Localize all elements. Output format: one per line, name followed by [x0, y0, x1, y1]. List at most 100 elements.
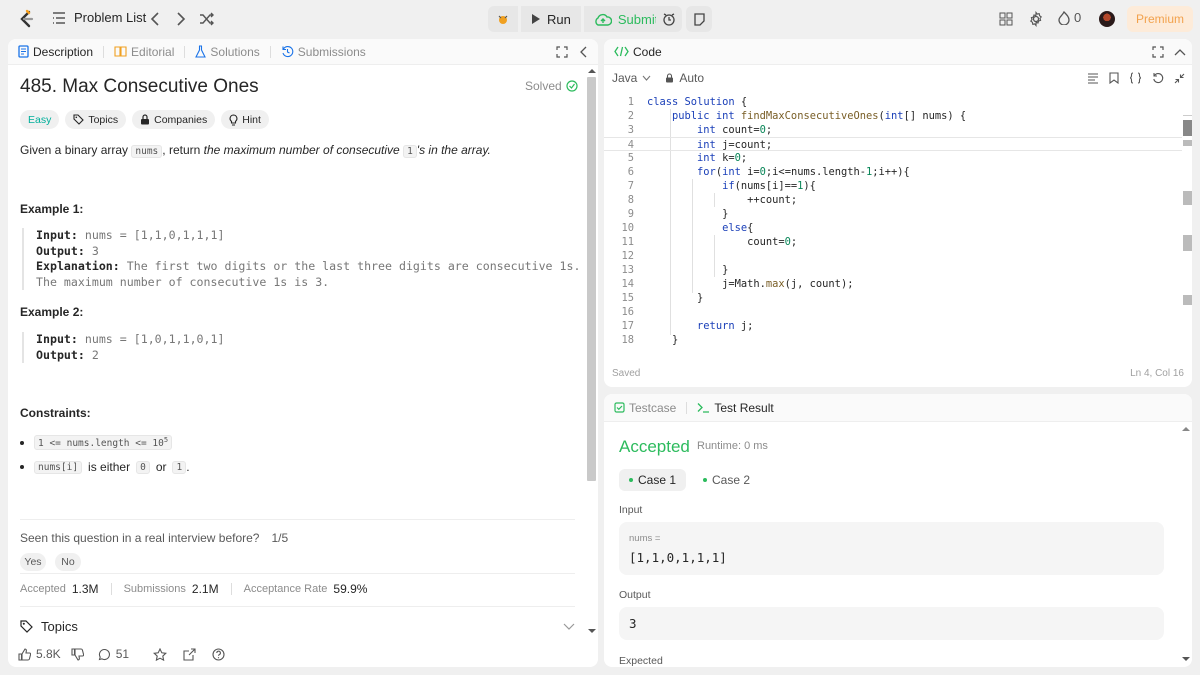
tab-description[interactable]: Description [8, 39, 105, 65]
play-icon [531, 13, 541, 25]
timer-button[interactable] [656, 6, 682, 32]
top-nav: Problem List Run Submit 0 Premium [0, 0, 1200, 38]
code-line: 10 else{ [621, 222, 754, 234]
input-box: nums = [1,1,0,1,1,1] [619, 522, 1164, 575]
problem-list-link[interactable]: Problem List [52, 10, 146, 25]
streak-count: 0 [1074, 10, 1082, 25]
flask-icon [195, 45, 207, 58]
reset-icon[interactable] [1152, 72, 1164, 84]
case-2-label: Case 2 [712, 473, 751, 487]
thumbs-up-icon [18, 647, 31, 661]
expand-icon[interactable] [1152, 46, 1164, 58]
chevron-left-icon[interactable] [146, 10, 164, 28]
constraint-1: 1 <= nums.length <= 105 [20, 435, 173, 451]
problem-tags: Easy Topics Companies Hint [20, 110, 269, 129]
yes-button[interactable]: Yes [20, 553, 46, 571]
thumbs-down-icon [71, 647, 84, 661]
dislike-button[interactable] [71, 647, 84, 661]
comments-button[interactable]: 51 [98, 647, 129, 661]
expand-icon[interactable] [556, 46, 568, 58]
topics-tag-label: Topics [88, 113, 119, 126]
editor-minimap[interactable] [1183, 95, 1192, 355]
layout-icon[interactable] [997, 10, 1015, 28]
run-label: Run [547, 11, 571, 27]
example-1-block: Input: nums = [1,1,0,1,1,1] Output: 3 Expl… [22, 228, 580, 290]
topics-accordion[interactable]: Topics [20, 619, 575, 634]
code-line: 9 } [627, 208, 729, 220]
tab-test-result-label: Test Result [714, 400, 774, 415]
problem-statement: Given a binary array nums, return the ma… [20, 143, 491, 158]
favorite-button[interactable] [153, 647, 168, 661]
description-bottom-bar: 5.8K 51 [8, 641, 598, 667]
debug-button[interactable] [488, 6, 518, 32]
streak-counter[interactable]: 0 [1058, 10, 1081, 25]
question-circle-icon [212, 647, 225, 661]
cloud-upload-icon [594, 13, 612, 26]
test-scrollbar[interactable] [1180, 423, 1192, 667]
language-label: Java [612, 71, 638, 85]
acceptance-rate: 59.9% [333, 582, 368, 596]
help-button[interactable] [212, 647, 225, 661]
code-line: 3 int count=0; [627, 124, 773, 136]
code-editor[interactable]: 1 class Solution { 2 public int findMaxCo… [604, 95, 1182, 355]
chevron-right-icon[interactable] [172, 10, 190, 28]
avatar[interactable] [1099, 11, 1115, 27]
collapse-left-icon[interactable] [579, 46, 587, 58]
language-select[interactable]: Java [612, 71, 651, 85]
hint-tag[interactable]: Hint [221, 110, 269, 129]
code-panel: Code Java Auto 1 class Solution { 2 publi… [604, 39, 1192, 387]
like-count: 5.8K [36, 647, 61, 661]
case-1-tab[interactable]: Case 1 [619, 469, 687, 491]
example-2-heading: Example 2: [20, 305, 84, 319]
chevron-up-icon[interactable] [1174, 48, 1186, 56]
like-button[interactable]: 5.8K [18, 647, 61, 661]
no-button[interactable]: No [55, 553, 81, 571]
list-icon [52, 11, 66, 24]
case-2-tab[interactable]: Case 2 [693, 469, 760, 491]
description-scrollbar[interactable] [585, 67, 597, 639]
solved-label: Solved [525, 79, 562, 93]
check-circle-icon [566, 80, 578, 92]
run-button[interactable]: Run [521, 6, 581, 32]
code-line: 2 public int findMaxConsecutiveOnes(int[… [627, 110, 967, 122]
format-icon[interactable] [1087, 72, 1099, 84]
tab-code-label: Code [633, 44, 662, 59]
code-line: 16 [621, 306, 634, 318]
tab-editorial[interactable]: Editorial [104, 39, 186, 65]
input-variable: nums = [629, 533, 661, 544]
code-line: 14 j=Math.max(j, count); [621, 278, 854, 290]
notes-button[interactable] [686, 6, 712, 32]
topics-tag[interactable]: Topics [65, 110, 127, 129]
example-2-block: Input: nums = [1,0,1,1,0,1] Output: 2 [22, 332, 224, 363]
lock-icon [140, 114, 150, 125]
case-1-label: Case 1 [638, 473, 677, 487]
tab-submissions[interactable]: Submissions [271, 39, 366, 65]
tab-solutions[interactable]: Solutions [185, 39, 271, 65]
code-tabbar: Code [604, 39, 1192, 65]
tab-test-result[interactable]: Test Result [687, 395, 774, 421]
constraints-heading: Constraints: [20, 406, 91, 420]
minimize-icon[interactable] [1174, 73, 1185, 84]
comment-icon [98, 648, 111, 661]
premium-button[interactable]: Premium [1127, 6, 1193, 32]
tag-icon [73, 114, 85, 125]
bookmark-icon[interactable] [1109, 72, 1119, 84]
auto-mode-toggle[interactable]: Auto [665, 71, 704, 85]
companies-tag[interactable]: Companies [132, 110, 216, 129]
share-button[interactable] [183, 647, 196, 661]
run-submit-group: Run Submit [488, 6, 669, 32]
code-line: 7 if(nums[i]==1){ [627, 180, 816, 192]
divider [20, 519, 575, 520]
topics-label: Topics [41, 619, 78, 634]
braces-icon[interactable] [1129, 72, 1142, 84]
gear-icon[interactable] [1027, 10, 1045, 28]
comment-count: 51 [115, 647, 130, 661]
leetcode-logo-icon[interactable] [16, 9, 36, 29]
difficulty-badge: Easy [20, 110, 60, 129]
accepted-count: 1.3M [71, 582, 99, 596]
code-line: 18 } [621, 334, 679, 346]
tab-code[interactable]: Code [604, 39, 662, 65]
tab-testcase[interactable]: Testcase [604, 395, 688, 421]
shuffle-icon[interactable] [198, 10, 216, 28]
output-box: 3 [619, 607, 1164, 640]
